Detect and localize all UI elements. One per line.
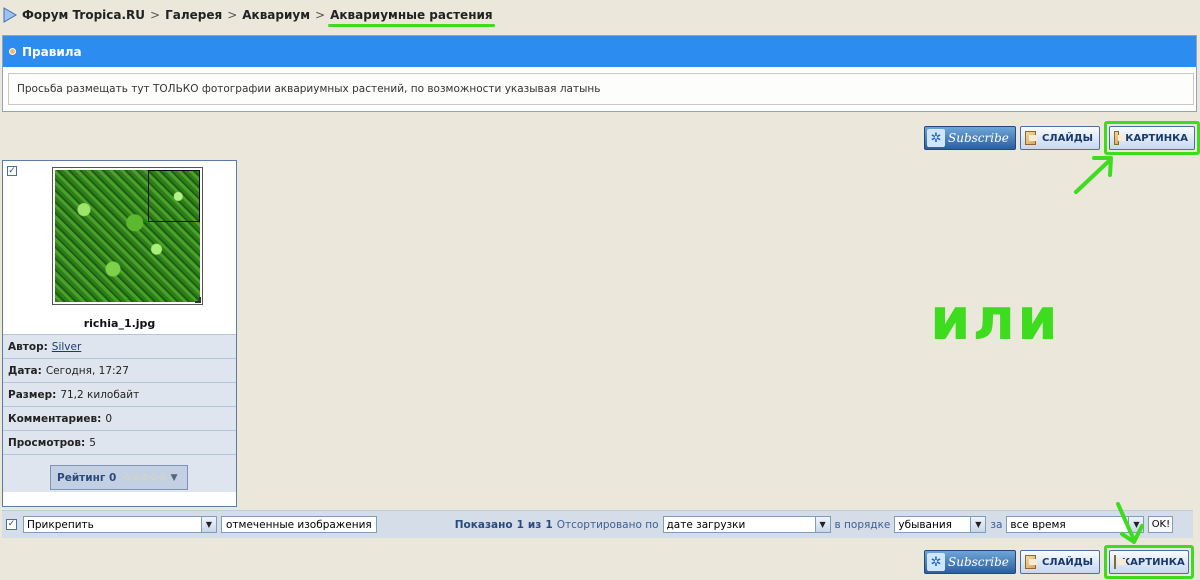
comments-value: 0	[105, 412, 113, 425]
author-link[interactable]: Silver	[52, 341, 82, 353]
info-size: Размер: 71,2 килобайт	[3, 382, 236, 406]
picture-icon	[1114, 131, 1127, 145]
size-label: Размер:	[8, 388, 57, 401]
view-buttons-bottom: ✲ Subscribe СЛАЙДЫ КАРТИНКА	[924, 545, 1194, 579]
slides-label: СЛАЙДЫ	[1041, 556, 1093, 568]
author-label: Автор:	[8, 340, 48, 353]
date-value: Сегодня, 17:27	[45, 364, 129, 377]
select-all-checkbox[interactable]: ✓	[6, 519, 17, 530]
chevron-down-icon: ▼	[170, 472, 178, 483]
info-comments: Комментариев: 0	[3, 406, 236, 430]
breadcrumb-separator: >	[150, 8, 161, 22]
order-select-value: убывания	[898, 518, 952, 531]
picture-label: КАРТИНКА	[1122, 556, 1185, 568]
action-select-value: Прикрепить	[27, 518, 94, 531]
shown-prefix: Показано	[454, 518, 513, 531]
period-select-value: все время	[1010, 518, 1066, 531]
rating-label: Рейтинг 0	[57, 471, 117, 484]
views-label: Просмотров:	[8, 436, 86, 449]
order-label: в порядке	[834, 518, 891, 531]
date-label: Дата:	[8, 364, 42, 377]
action-select[interactable]: Прикрепить ▼	[23, 516, 217, 533]
view-buttons-top: ✲ Subscribe СЛАЙДЫ КАРТИНКА	[924, 121, 1200, 155]
rules-title: Правила	[22, 44, 82, 59]
breadcrumb: Форум Tropica.RU > Галерея > Аквариум > …	[0, 4, 495, 27]
picture-button-highlight: КАРТИНКА	[1104, 545, 1194, 579]
slides-icon	[1025, 131, 1037, 145]
slides-label: СЛАЙДЫ	[1041, 132, 1093, 144]
bullet-icon	[9, 48, 16, 55]
or-annotation: или	[930, 285, 1060, 353]
breadcrumb-aquarium[interactable]: Аквариум	[242, 8, 310, 22]
rules-text: Просьба размещать тут ТОЛЬКО фотографии …	[8, 73, 1194, 105]
chevron-down-icon: ▼	[814, 517, 830, 532]
rules-panel: Правила Просьба размещать тут ТОЛЬКО фот…	[2, 35, 1197, 112]
breadcrumb-separator: >	[227, 8, 238, 22]
sort-select-value: дате загрузки	[666, 518, 746, 531]
image-filename: richia_1.jpg	[83, 317, 156, 330]
comments-label: Комментариев:	[8, 412, 102, 425]
shown-from: 1	[516, 518, 524, 531]
shown-total: 1	[545, 518, 553, 531]
size-value: 71,2 килобайт	[60, 388, 140, 401]
info-date: Дата: Сегодня, 17:27	[3, 358, 236, 382]
ok-button[interactable]: OK!	[1148, 516, 1174, 533]
thumbnail-inset	[148, 170, 200, 222]
shown-of: из	[527, 518, 542, 531]
info-author: Автор: Silver	[3, 334, 236, 358]
breadcrumb-gallery[interactable]: Галерея	[165, 8, 222, 22]
image-thumbnail[interactable]	[52, 167, 203, 305]
thumbnail-photo	[55, 170, 200, 302]
subscribe-label: Subscribe	[948, 131, 1009, 145]
image-checkbox[interactable]: ✓	[7, 166, 17, 176]
breadcrumb-current: Аквариумные растения	[328, 8, 495, 27]
subscribe-star-icon: ✲	[927, 553, 945, 571]
chevron-down-icon: ▼	[201, 517, 216, 532]
sorted-label: Отсортировано по	[556, 518, 659, 531]
slides-icon	[1025, 555, 1037, 569]
picture-button[interactable]: КАРТИНКА	[1109, 126, 1195, 150]
breadcrumb-forum[interactable]: Форум Tropica.RU	[22, 8, 145, 22]
rules-header: Правила	[3, 36, 1196, 67]
gallery-controls-bar: ✓ Прикрепить ▼ отмеченные изображения По…	[2, 510, 1193, 538]
order-select[interactable]: убывания ▼	[894, 516, 987, 533]
chevron-down-icon: ▼	[970, 517, 986, 532]
rating-button[interactable]: Рейтинг 0 ☆☆☆☆☆ ▼	[50, 465, 188, 490]
picture-label: КАРТИНКА	[1125, 132, 1188, 144]
sort-select[interactable]: дате загрузки ▼	[662, 516, 831, 533]
picture-button[interactable]: КАРТИНКА	[1109, 550, 1189, 574]
views-value: 5	[89, 436, 96, 449]
info-views: Просмотров: 5	[3, 430, 236, 454]
subscribe-label: Subscribe	[948, 555, 1009, 569]
subscribe-button[interactable]: ✲ Subscribe	[924, 126, 1016, 150]
rating-stars-icon: ☆☆☆☆☆	[122, 471, 167, 484]
slides-button[interactable]: СЛАЙДЫ	[1020, 550, 1100, 574]
rating-row: Рейтинг 0 ☆☆☆☆☆ ▼	[3, 454, 236, 492]
breadcrumb-separator: >	[315, 8, 326, 22]
breadcrumb-arrow-icon	[3, 7, 17, 23]
image-card: ✓ richia_1.jpg Автор: Silver Дата: Сегод…	[2, 160, 237, 507]
period-label: за	[990, 518, 1003, 531]
arrow-annotation-icon	[1074, 156, 1113, 194]
subscribe-button[interactable]: ✲ Subscribe	[924, 550, 1016, 574]
apply-to-selected-button[interactable]: отмеченные изображения	[221, 516, 377, 533]
picture-icon	[1114, 555, 1126, 569]
subscribe-star-icon: ✲	[927, 129, 945, 147]
arrow-annotation-icon	[1116, 502, 1144, 544]
resize-corner-icon	[195, 297, 201, 303]
slides-button[interactable]: СЛАЙДЫ	[1020, 126, 1100, 150]
